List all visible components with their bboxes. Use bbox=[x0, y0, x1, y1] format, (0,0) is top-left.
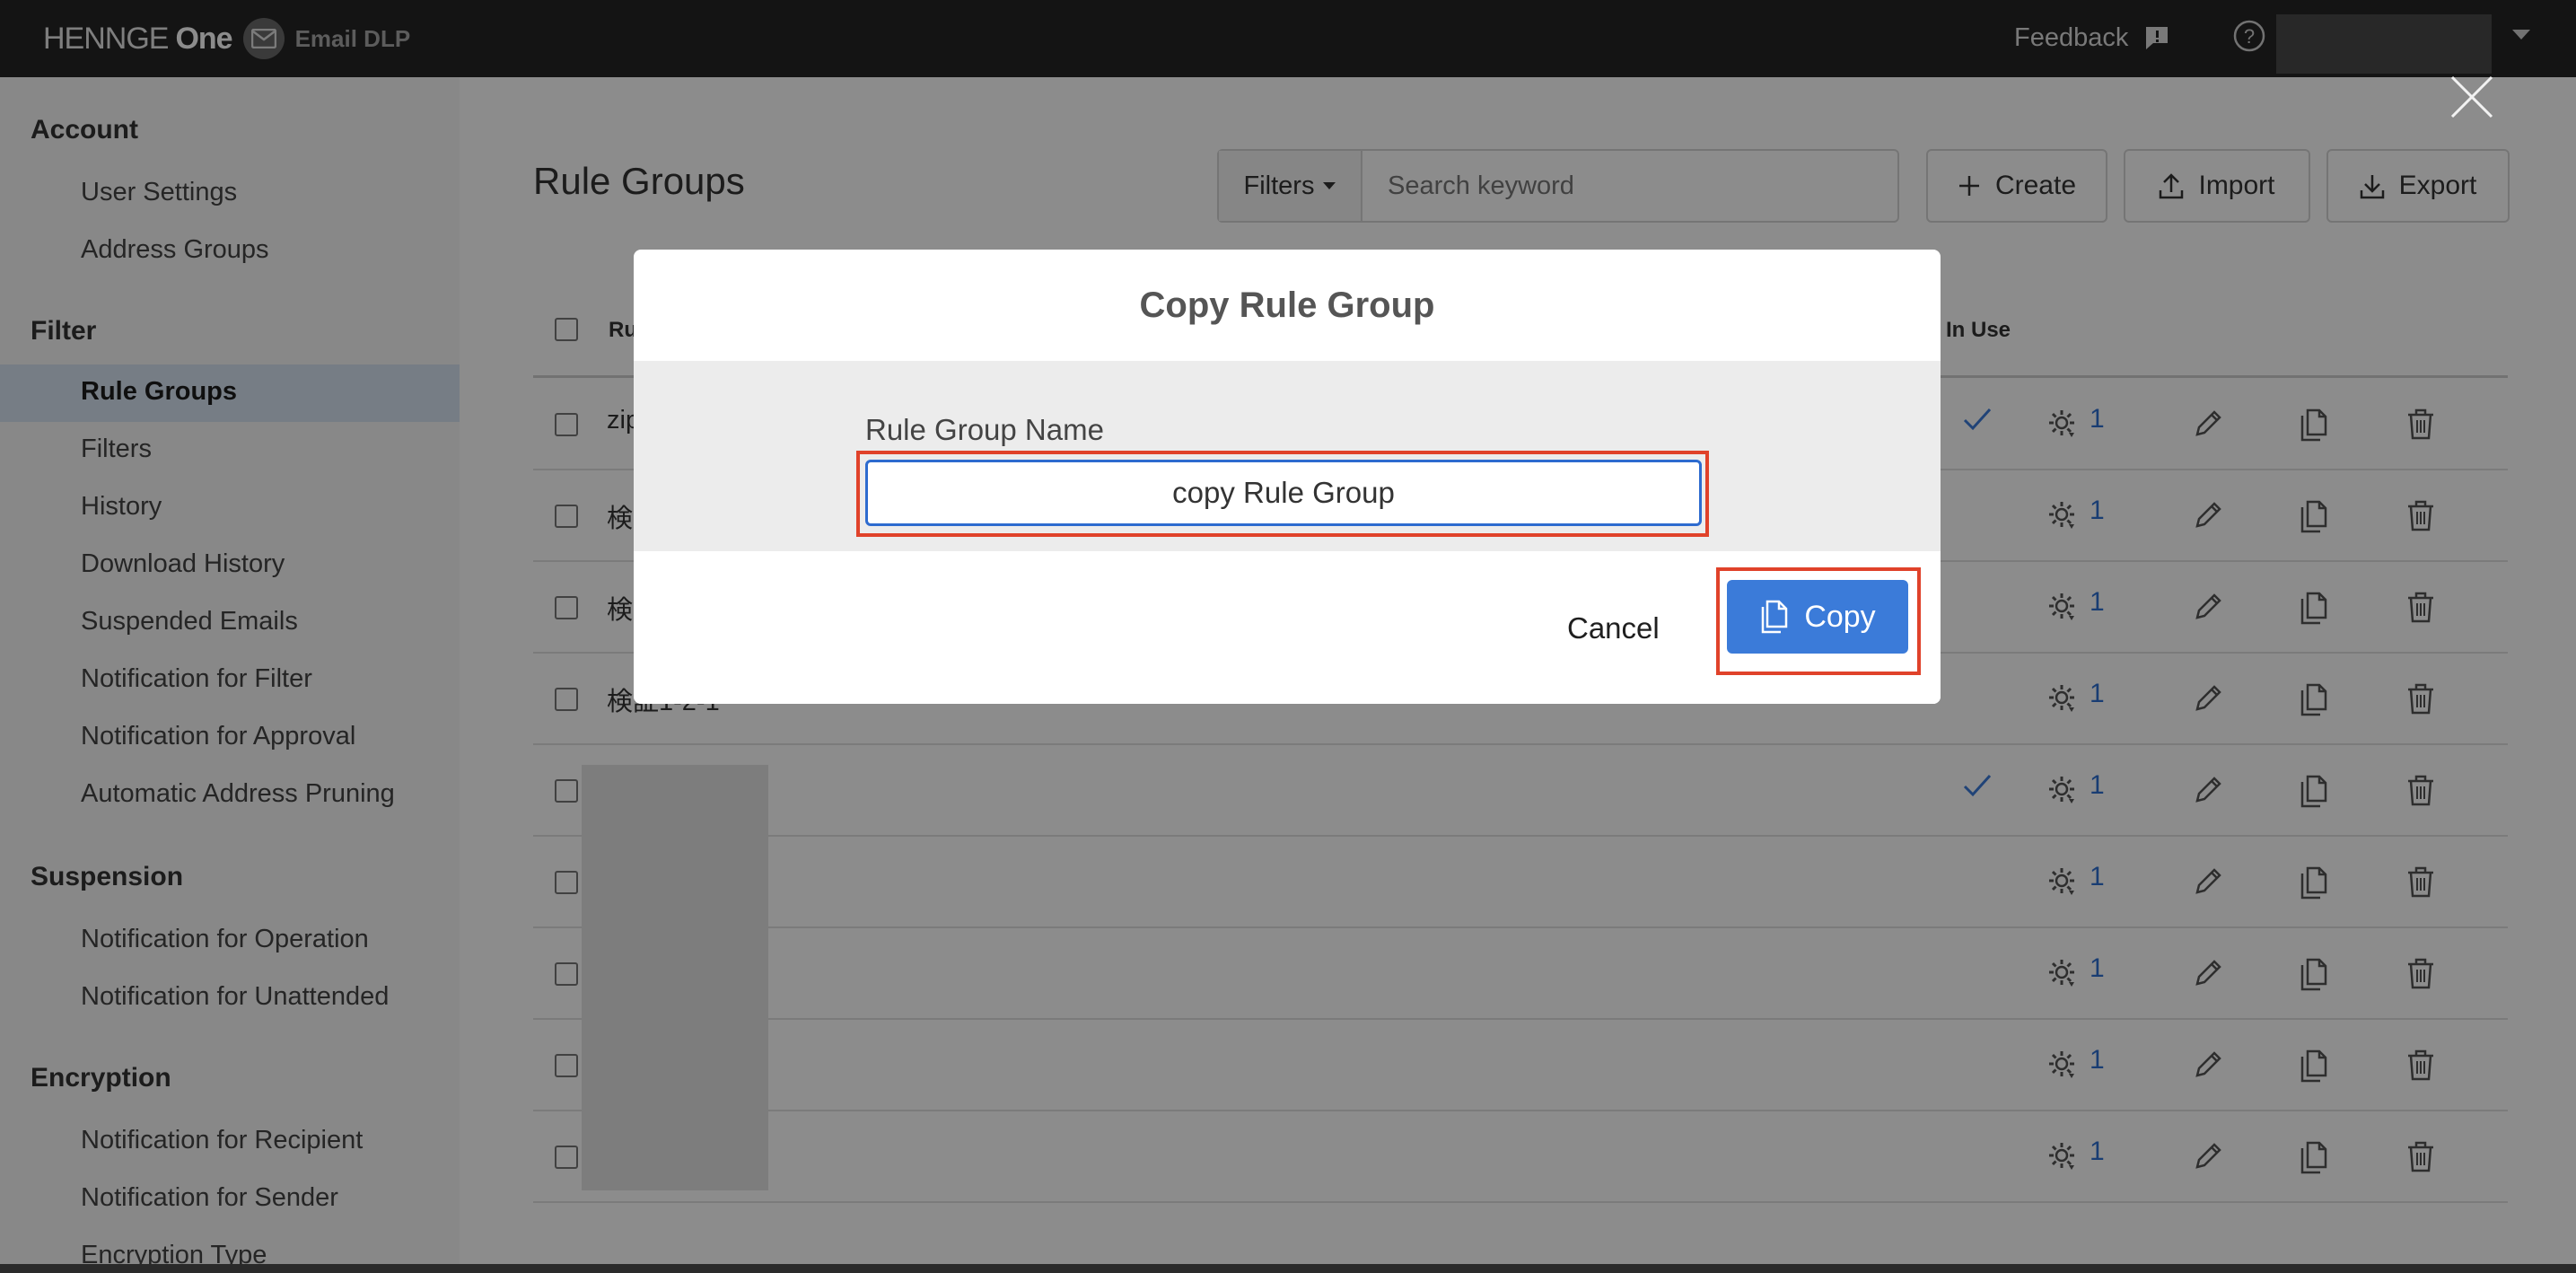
copy-rule-group-dialog: Copy Rule Group Rule Group Name Cancel C… bbox=[634, 250, 1941, 704]
dialog-footer: Cancel Copy bbox=[634, 551, 1941, 704]
dialog-title: Copy Rule Group bbox=[1139, 285, 1435, 325]
copy-icon bbox=[1762, 600, 1788, 634]
dialog-body: Rule Group Name bbox=[634, 361, 1941, 551]
copy-label: Copy bbox=[1804, 599, 1876, 634]
copy-button[interactable]: Copy bbox=[1727, 580, 1908, 654]
rule-group-name-input[interactable] bbox=[865, 460, 1702, 526]
close-icon[interactable] bbox=[2449, 74, 2495, 120]
cancel-button[interactable]: Cancel bbox=[1567, 594, 1660, 663]
rule-group-name-label: Rule Group Name bbox=[865, 413, 1104, 446]
bottom-edge bbox=[0, 1264, 2576, 1273]
